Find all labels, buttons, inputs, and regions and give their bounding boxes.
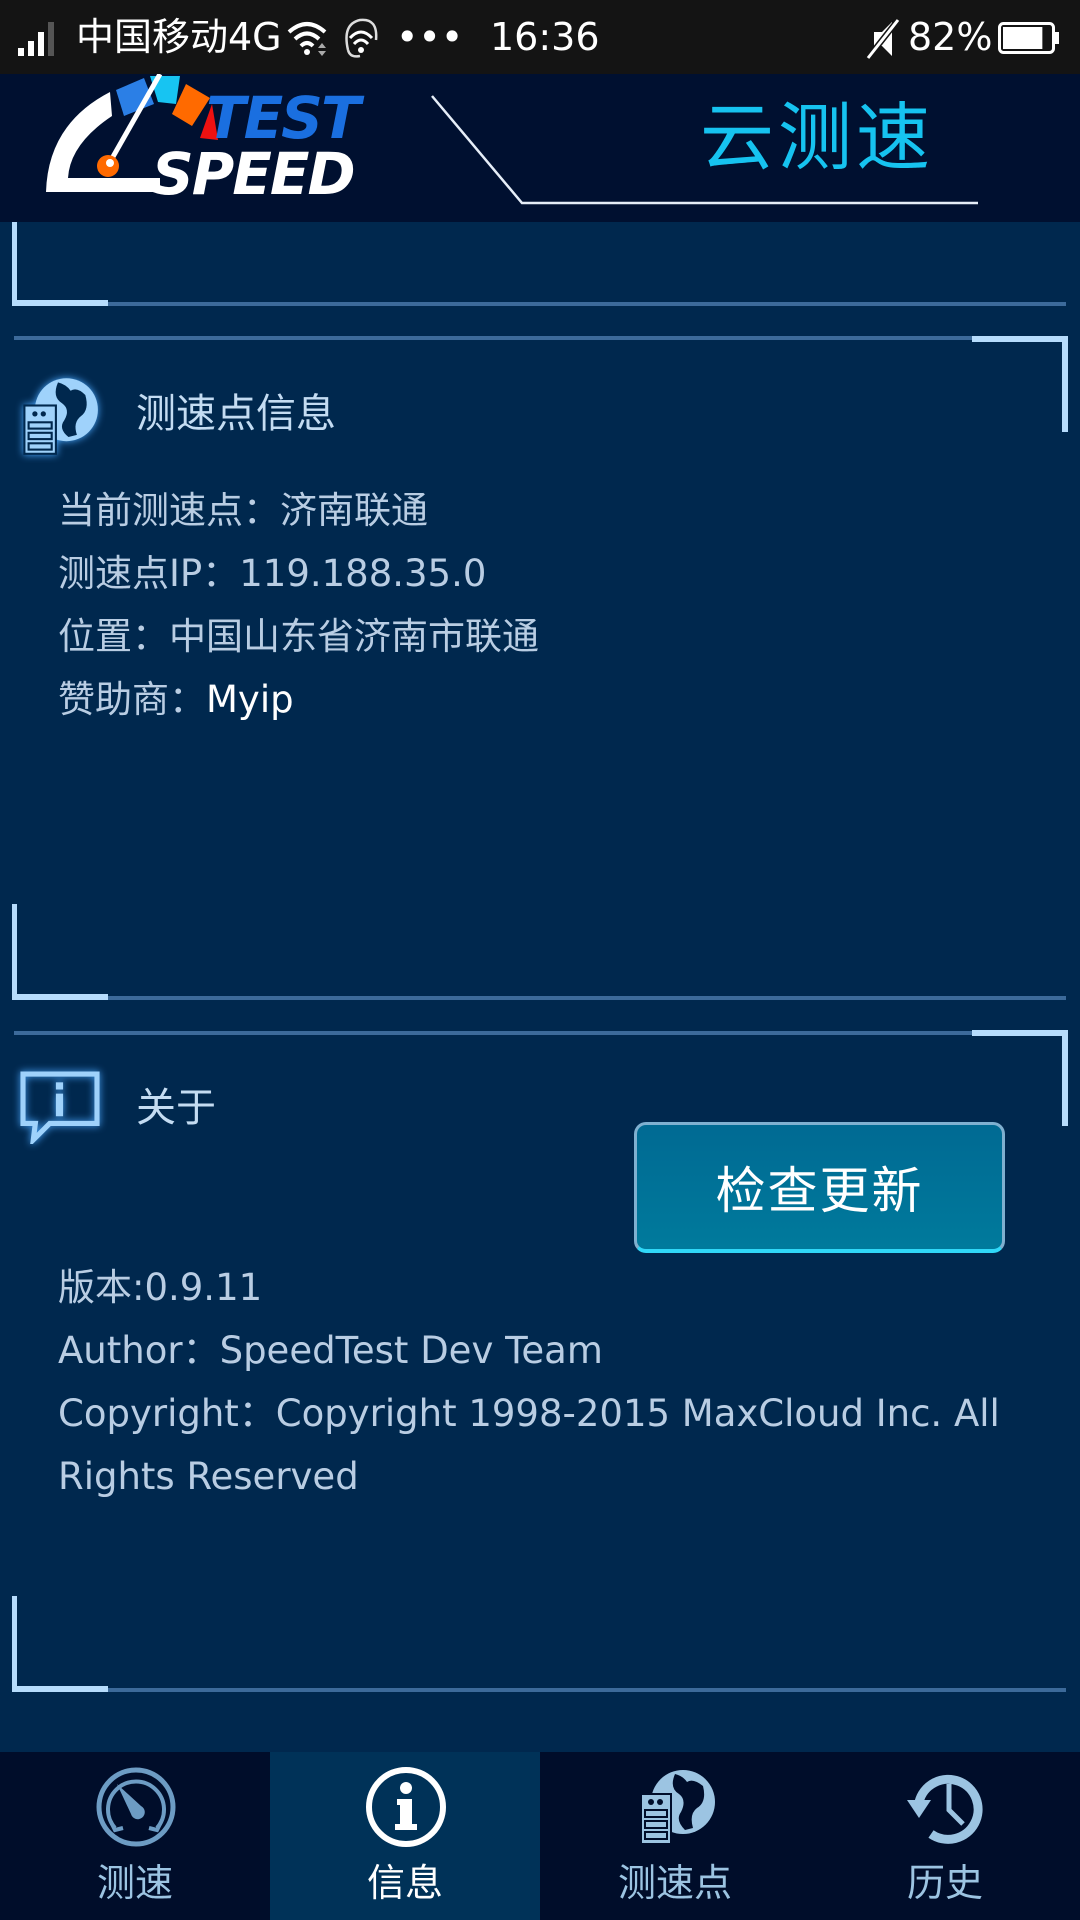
- copyright-row: Copyright：Copyright 1998-2015 MaxCloud I…: [58, 1382, 1018, 1508]
- info-row-current-server: 当前测速点：济南联通: [58, 486, 428, 536]
- tab-label: 信息: [366, 1861, 443, 1905]
- clock-time: 16:36: [490, 15, 600, 59]
- info-row-location: 位置：中国山东省济南市联通: [58, 612, 539, 662]
- author-value: SpeedTest Dev Team: [219, 1329, 603, 1372]
- card-divider: [108, 302, 1066, 306]
- wifi-icon: [287, 22, 327, 56]
- card-bracket-top: [972, 336, 1068, 342]
- app-title: 云测速: [700, 95, 934, 181]
- card-divider: [14, 1031, 974, 1035]
- card-bracket-bottom: [12, 994, 108, 1000]
- info-label: 测速点IP：: [58, 552, 240, 595]
- test-speed-logo: TEST SPEED: [46, 74, 367, 199]
- card-bracket-right: [1062, 1030, 1068, 1126]
- tab-history[interactable]: 历史: [810, 1752, 1080, 1920]
- info-value: 119.188.35.0: [239, 552, 487, 595]
- card-divider: [108, 996, 1066, 1000]
- author-row: Author：SpeedTest Dev Team: [58, 1319, 1018, 1382]
- battery-icon: [998, 22, 1059, 54]
- info-label: 当前测速点：: [58, 489, 280, 532]
- tab-label: 测速: [96, 1861, 173, 1905]
- info-row-server-ip: 测速点IP：119.188.35.0: [58, 549, 486, 599]
- card-bracket-bottom: [12, 1686, 108, 1692]
- check-update-button[interactable]: 检查更新: [634, 1122, 1005, 1253]
- info-value: 中国山东省济南市联通: [169, 615, 539, 658]
- about-heading: 关于: [136, 1085, 216, 1131]
- card-divider: [108, 1688, 1066, 1692]
- card-bracket-left: [12, 904, 17, 1000]
- server-globe-icon: [23, 378, 98, 455]
- card-divider: [14, 336, 974, 340]
- info-icon: [366, 1767, 446, 1847]
- info-value: 济南联通: [280, 489, 428, 532]
- tab-servers[interactable]: 测速点: [540, 1752, 810, 1920]
- info-bubble-icon: [20, 1071, 100, 1144]
- logo-text-speed: SPEED: [152, 140, 354, 199]
- speedometer-icon: [96, 1767, 176, 1847]
- more-notifications-icon: •••: [396, 15, 464, 59]
- info-label: 位置：: [58, 615, 169, 658]
- author-label: Author：: [58, 1329, 220, 1372]
- hotspot-icon: [345, 18, 378, 58]
- info-label: 赞助商：: [58, 678, 206, 721]
- card-bracket-top: [972, 1030, 1068, 1036]
- app-header: TEST SPEED 云测速: [0, 74, 1080, 222]
- card-bracket-right: [1062, 336, 1068, 432]
- tab-label: 历史: [906, 1861, 983, 1905]
- server-info-heading: 测速点信息: [136, 391, 336, 437]
- info-row-sponsor: 赞助商：Myip: [58, 675, 294, 725]
- card-bracket-bottom: [12, 300, 108, 306]
- mute-icon: [865, 18, 901, 60]
- bottom-tab-bar: 测速 信息 测速点 历史: [0, 1752, 1080, 1920]
- server-globe-icon: [640, 1770, 715, 1845]
- version-text: 版本:0.9.11: [58, 1266, 263, 1309]
- carrier-name: 中国移动4G: [76, 15, 282, 59]
- card-bracket-left: [12, 1596, 17, 1692]
- tab-label: 测速点: [617, 1861, 732, 1905]
- signal-icon: [18, 22, 54, 56]
- copyright-label: Copyright：: [58, 1392, 276, 1435]
- tab-speedtest[interactable]: 测速: [0, 1752, 270, 1920]
- sponsor-value[interactable]: Myip: [206, 678, 294, 721]
- battery-percent: 82%: [908, 15, 993, 59]
- history-icon: [907, 1774, 983, 1844]
- status-bar: 中国移动4G ••• 16:36 82%: [0, 0, 1080, 74]
- tab-info[interactable]: 信息: [270, 1752, 540, 1920]
- card-bracket-left: [12, 222, 17, 306]
